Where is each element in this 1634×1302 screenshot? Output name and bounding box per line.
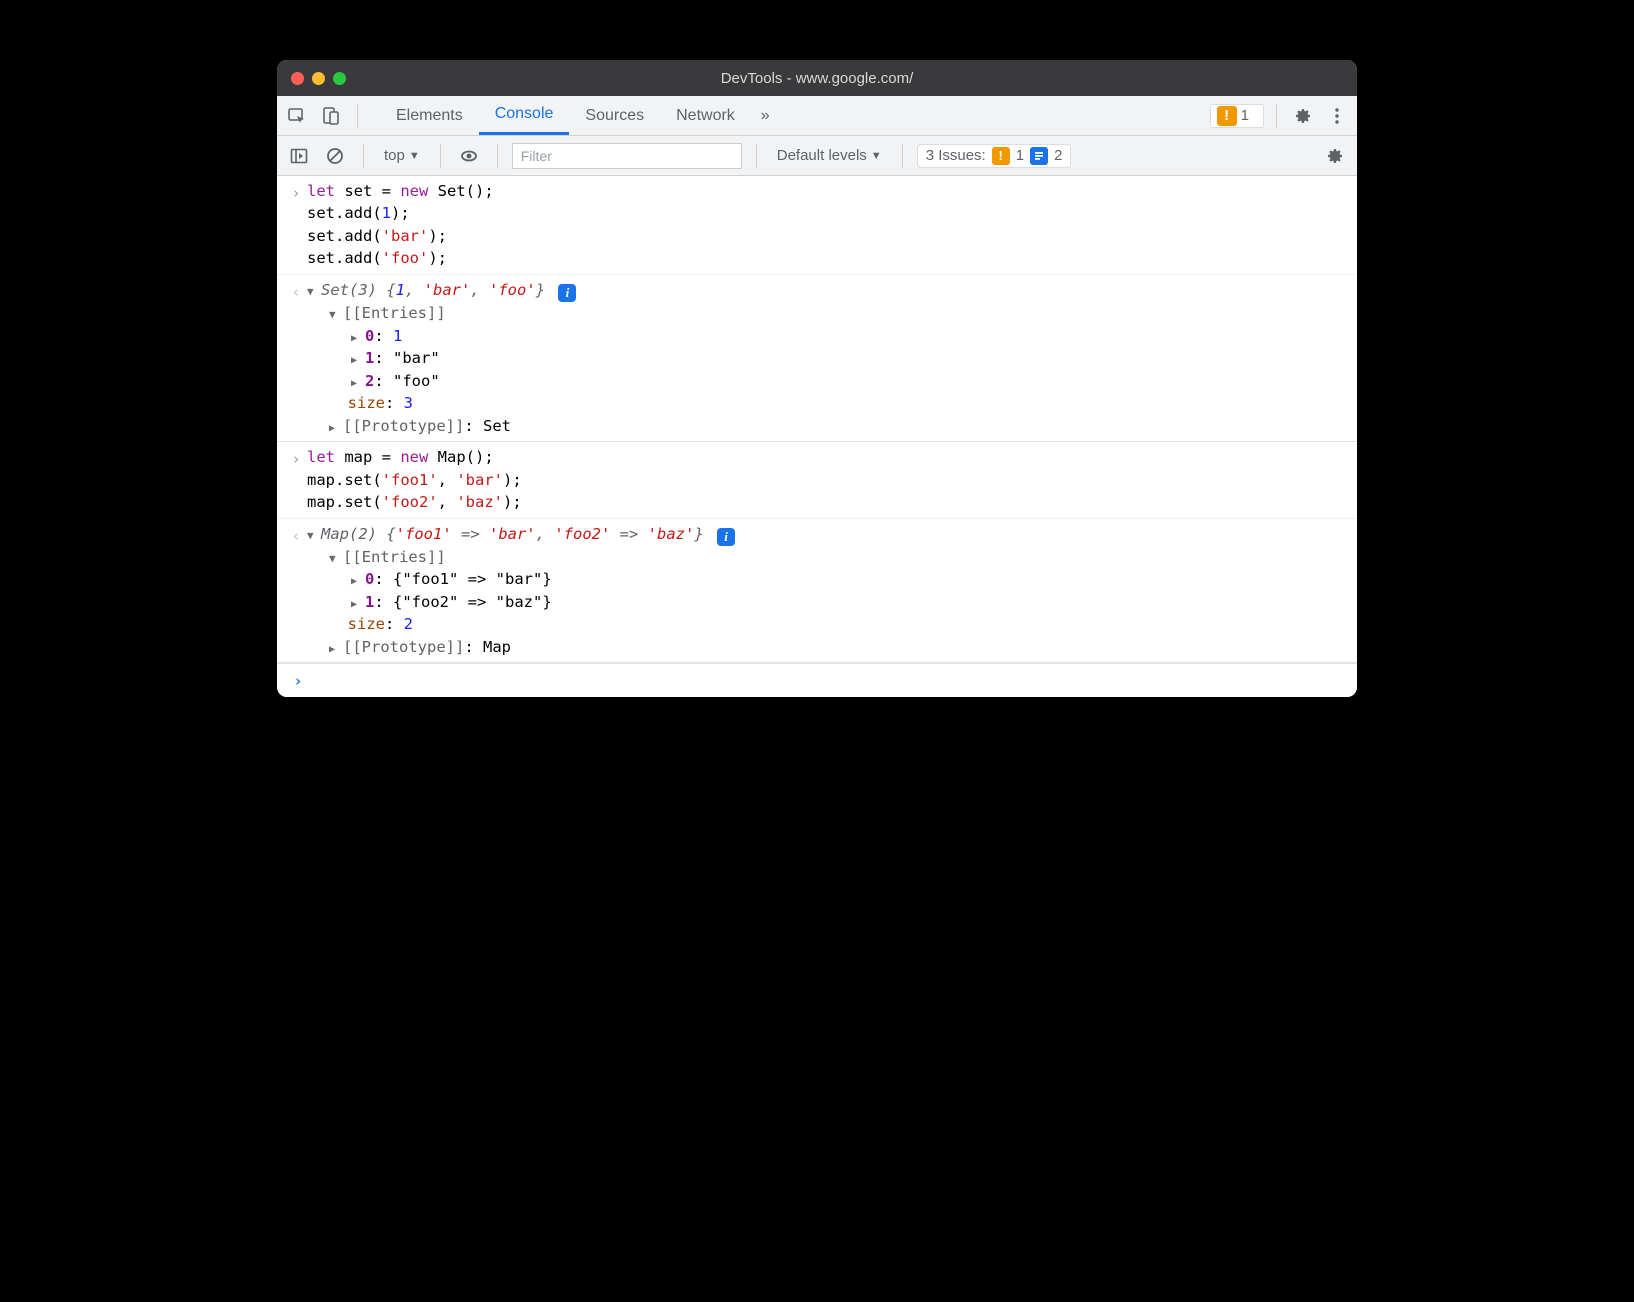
inspect-element-icon[interactable] — [283, 102, 311, 130]
divider — [440, 144, 441, 168]
divider — [756, 144, 757, 168]
info-icon[interactable]: i — [717, 528, 735, 546]
tab-elements[interactable]: Elements — [380, 96, 479, 135]
device-toggle-icon[interactable] — [317, 102, 345, 130]
warning-icon: ! — [1217, 106, 1237, 126]
close-icon[interactable] — [291, 72, 304, 85]
object-preview[interactable]: Map(2) {'foo1' => 'bar', 'foo2' => 'baz'… — [307, 523, 1347, 659]
output-indicator-icon: ‹ — [285, 523, 307, 547]
devtools-window: DevTools - www.google.com/ Elements Cons… — [277, 60, 1357, 697]
issues-warn-count: 1 — [1016, 147, 1024, 164]
console-actionbar: top ▼ Default levels ▼ 3 Issues: ! 1 2 — [277, 136, 1357, 176]
console-output: › let set = new Set(); set.add(1); set.a… — [277, 176, 1357, 697]
issues-button[interactable]: 3 Issues: ! 1 2 — [917, 144, 1072, 168]
code-snippet[interactable]: let set = new Set(); set.add(1); set.add… — [307, 180, 1347, 270]
chevron-down-icon: ▼ — [409, 150, 420, 162]
divider — [363, 144, 364, 168]
main-tabbar: Elements Console Sources Network » ! 1 — [277, 96, 1357, 136]
console-output-entry: ‹ Set(3) {1, 'bar', 'foo'} i [[Entries]]… — [277, 275, 1357, 442]
prompt-icon: › — [287, 668, 309, 692]
more-icon[interactable] — [1323, 102, 1351, 130]
expand-toggle-icon[interactable] — [351, 347, 365, 369]
info-icon — [1030, 147, 1048, 165]
expand-toggle-icon[interactable] — [329, 302, 343, 324]
zoom-icon[interactable] — [333, 72, 346, 85]
expand-toggle-icon[interactable] — [307, 279, 321, 301]
tab-sources[interactable]: Sources — [569, 96, 660, 135]
input-prompt-icon: › — [285, 180, 307, 204]
divider — [357, 104, 358, 128]
expand-toggle-icon[interactable] — [307, 523, 321, 545]
output-indicator-icon: ‹ — [285, 279, 307, 303]
console-settings-gear-icon[interactable] — [1321, 142, 1349, 170]
expand-toggle-icon[interactable] — [351, 370, 365, 392]
minimize-icon[interactable] — [312, 72, 325, 85]
object-preview[interactable]: Set(3) {1, 'bar', 'foo'} i [[Entries]] 0… — [307, 279, 1347, 437]
log-levels-value: Default levels — [777, 147, 867, 164]
expand-toggle-icon[interactable] — [329, 546, 343, 568]
window-title: DevTools - www.google.com/ — [277, 70, 1357, 87]
window-controls — [291, 72, 346, 85]
warnings-count: 1 — [1241, 107, 1249, 124]
expand-toggle-icon[interactable] — [351, 591, 365, 613]
code-snippet[interactable]: let map = new Map(); map.set('foo1', 'ba… — [307, 446, 1347, 513]
tab-console[interactable]: Console — [479, 96, 570, 135]
panel-tabs: Elements Console Sources Network » — [380, 96, 780, 135]
issues-info-count: 2 — [1054, 147, 1062, 164]
expand-toggle-icon[interactable] — [329, 636, 343, 658]
filter-input[interactable] — [512, 143, 742, 169]
console-input-entry: › let set = new Set(); set.add(1); set.a… — [277, 176, 1357, 275]
live-expression-icon[interactable] — [455, 142, 483, 170]
chevron-down-icon: ▼ — [871, 150, 882, 162]
info-icon[interactable]: i — [558, 284, 576, 302]
console-output-entry: ‹ Map(2) {'foo1' => 'bar', 'foo2' => 'ba… — [277, 519, 1357, 664]
issues-label: 3 Issues: — [926, 147, 986, 164]
clear-console-icon[interactable] — [321, 142, 349, 170]
context-selector[interactable]: top ▼ — [378, 145, 426, 166]
warnings-badge[interactable]: ! 1 — [1210, 104, 1264, 128]
warning-icon: ! — [992, 147, 1010, 165]
expand-toggle-icon[interactable] — [351, 568, 365, 590]
window-titlebar: DevTools - www.google.com/ — [277, 60, 1357, 96]
divider — [1276, 104, 1277, 128]
input-prompt-icon: › — [285, 446, 307, 470]
console-prompt[interactable]: › — [277, 663, 1357, 696]
log-levels-selector[interactable]: Default levels ▼ — [771, 145, 888, 166]
console-input-entry: › let map = new Map(); map.set('foo1', '… — [277, 442, 1357, 518]
tabs-overflow-icon[interactable]: » — [751, 96, 780, 135]
tab-network[interactable]: Network — [660, 96, 751, 135]
expand-toggle-icon[interactable] — [329, 415, 343, 437]
context-value: top — [384, 147, 405, 164]
toggle-sidebar-icon[interactable] — [285, 142, 313, 170]
divider — [497, 144, 498, 168]
expand-toggle-icon[interactable] — [351, 325, 365, 347]
gear-icon[interactable] — [1289, 102, 1317, 130]
divider — [902, 144, 903, 168]
